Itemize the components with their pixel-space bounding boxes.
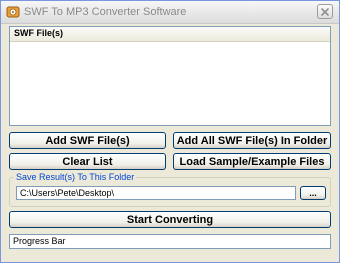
load-sample-button[interactable]: Load Sample/Example Files (173, 153, 331, 170)
title-bar[interactable]: SWF To MP3 Converter Software (1, 1, 339, 24)
window-title: SWF To MP3 Converter Software (24, 6, 187, 18)
file-list-column-label: SWF File(s) (14, 28, 63, 38)
close-icon (321, 8, 329, 16)
start-converting-button[interactable]: Start Converting (9, 211, 331, 228)
file-list[interactable]: SWF File(s) (9, 26, 331, 126)
output-folder-group: Save Result(s) To This Folder ... (9, 172, 331, 207)
app-icon (6, 5, 20, 19)
progress-bar-label: Progress Bar (13, 236, 66, 246)
output-folder-label: Save Result(s) To This Folder (14, 172, 137, 182)
file-list-column-header[interactable]: SWF File(s) (10, 27, 330, 42)
app-window: SWF To MP3 Converter Software SWF File(s… (0, 0, 340, 263)
clear-list-button[interactable]: Clear List (9, 153, 166, 170)
progress-bar: Progress Bar (9, 234, 331, 249)
close-button[interactable] (317, 4, 333, 19)
browse-button[interactable]: ... (300, 186, 326, 200)
add-files-button[interactable]: Add SWF File(s) (9, 132, 166, 149)
add-folder-button[interactable]: Add All SWF File(s) In Folder (173, 132, 331, 149)
output-folder-input[interactable] (16, 186, 296, 200)
